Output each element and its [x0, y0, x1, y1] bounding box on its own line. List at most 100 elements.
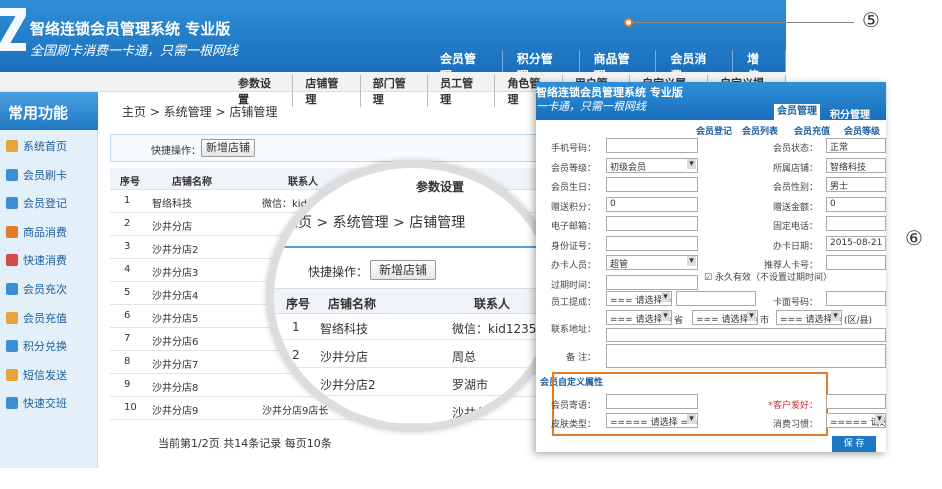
- form-field[interactable]: [606, 274, 698, 290]
- main-nav-item[interactable]: 会员消费: [656, 50, 734, 72]
- staff-select[interactable]: === 请选择 ===: [606, 291, 672, 306]
- sidebar-item[interactable]: 会员刷卡: [6, 165, 94, 185]
- main-nav-item[interactable]: 增值: [733, 50, 786, 72]
- tab-points-management[interactable]: 积分管理: [830, 106, 870, 121]
- form-field[interactable]: 0: [826, 196, 886, 212]
- member-message-field[interactable]: [606, 394, 698, 409]
- table-cell: 沙井分店9: [152, 406, 199, 417]
- lens-table-row[interactable]: 沙井分店3: [274, 398, 552, 424]
- sidebar-item-label: 会员登记: [23, 197, 67, 211]
- sidebar-item-label: 积分兑换: [23, 340, 67, 354]
- table-cell: 沙井分店3: [452, 406, 508, 420]
- form-field[interactable]: 男士: [826, 177, 886, 192]
- field-label: 办卡日期：: [772, 241, 818, 252]
- table-cell: 沙井分店: [320, 350, 369, 364]
- sub-nav-item[interactable]: 店铺管理: [293, 75, 361, 107]
- main-nav-item[interactable]: 商品管理: [580, 50, 657, 72]
- lens-add-shop-button[interactable]: 新增店铺: [370, 260, 436, 280]
- form-field[interactable]: [606, 235, 698, 251]
- lens-table-row[interactable]: 3 沙井分店2 罗湖市: [274, 370, 552, 396]
- sidebar-item[interactable]: 短信发送: [6, 365, 94, 385]
- callout-line: [628, 22, 854, 23]
- sidebar-item-label: 会员刷卡: [23, 168, 67, 182]
- sidebar-title: 常用功能: [0, 92, 98, 130]
- col-header: 店铺名称: [328, 297, 377, 311]
- form-field[interactable]: [606, 216, 698, 231]
- lens-table-header: 序号 店铺名称 联系人: [274, 288, 552, 314]
- lens-table-row[interactable]: 1 智络科技 微信：kid1235: [274, 314, 552, 340]
- form-field[interactable]: 0: [606, 196, 698, 212]
- sub-nav-item[interactable]: 会员等级: [844, 124, 880, 137]
- field-label: 所属店铺：: [772, 163, 818, 174]
- form-field[interactable]: 超管: [606, 255, 698, 270]
- add-shop-button[interactable]: 新增店铺: [201, 139, 255, 157]
- handover-icon: [6, 397, 18, 410]
- form-field[interactable]: [826, 255, 886, 270]
- district-select[interactable]: === 请选择 ===: [776, 310, 842, 325]
- form-field[interactable]: 初级会员: [606, 157, 698, 173]
- province-select[interactable]: === 请选择 ===: [606, 310, 672, 325]
- lens-param-label: 参数设置: [416, 180, 465, 194]
- form-field[interactable]: [826, 216, 886, 231]
- sidebar-item[interactable]: 会员登记: [6, 193, 94, 213]
- habit-select[interactable]: ===== 请选择 =====: [826, 413, 886, 428]
- field-label: 电子邮箱：: [550, 222, 596, 232]
- table-cell: 7: [124, 333, 131, 344]
- sidebar-item-label: 商品消费: [23, 225, 67, 239]
- custom-field-label: 会员寄语：: [550, 401, 596, 411]
- staff-extra-field[interactable]: [676, 291, 756, 306]
- sidebar-item[interactable]: 商品消费: [6, 222, 94, 242]
- main-nav: 会员管理 积分管理 商品管理 会员消费 增值: [426, 50, 786, 72]
- form-field[interactable]: 智络科技: [826, 157, 886, 173]
- form-field[interactable]: [606, 138, 698, 153]
- sub-nav-item[interactable]: 员工管理: [428, 75, 496, 107]
- district-unit: (区/县): [844, 316, 873, 326]
- custom-field-label: *客户爱好：: [768, 401, 818, 411]
- table-cell: 10: [124, 402, 137, 413]
- sidebar-item[interactable]: 快速交班: [6, 393, 94, 413]
- divider: [274, 246, 552, 248]
- sidebar-item-label: 会员充次: [23, 283, 67, 296]
- table-cell: 3: [292, 376, 300, 390]
- field-label: 固定电话：: [772, 222, 818, 232]
- save-button[interactable]: 保 存: [832, 436, 876, 452]
- card-number-field[interactable]: [826, 291, 886, 306]
- form-field[interactable]: 正常: [826, 138, 886, 153]
- sidebar-item[interactable]: 系统首页: [6, 136, 94, 156]
- permanent-checkbox[interactable]: ☑ 永久有效（不设置过期时间）: [704, 270, 832, 283]
- city-select[interactable]: === 请选择 ===: [692, 310, 758, 325]
- skin-type-select[interactable]: ===== 请选择 =====: [606, 413, 698, 428]
- logo-icon: [0, 8, 26, 51]
- col-header: 序号: [286, 297, 311, 311]
- sub-nav-item[interactable]: 会员列表: [742, 124, 778, 137]
- tab-member-management[interactable]: 会员管理: [774, 104, 820, 120]
- main-nav-item[interactable]: 积分管理: [503, 50, 580, 72]
- table-cell: 5: [124, 287, 131, 298]
- form-field[interactable]: [606, 177, 698, 192]
- callout-marker-6: ⑥: [905, 226, 923, 250]
- sub-nav-item[interactable]: 部门管理: [361, 75, 429, 107]
- sub-nav-item[interactable]: 会员登记: [696, 124, 732, 137]
- field-label: 会员等级：: [550, 163, 596, 174]
- lens-table-row[interactable]: 2 沙井分店 周总: [274, 342, 552, 368]
- sidebar-item[interactable]: 会员充次: [6, 279, 94, 299]
- custom-field-label: 消费习惯：: [772, 420, 818, 430]
- mail-icon: [6, 368, 18, 381]
- gift-icon: [6, 340, 18, 353]
- sidebar-item-label: 系统首页: [23, 140, 67, 153]
- sidebar-item[interactable]: 积分兑换: [6, 336, 94, 356]
- main-nav-item[interactable]: 会员管理: [426, 50, 503, 72]
- table-cell: 微信：kid1235: [452, 322, 537, 336]
- sidebar-item[interactable]: 快速消费: [6, 250, 94, 270]
- city-unit: 市: [760, 316, 770, 326]
- field-label: 会员性别：: [772, 183, 818, 193]
- table-cell: 沙井分店5: [152, 314, 199, 325]
- hobby-field[interactable]: [826, 394, 886, 409]
- field-label: 办卡人员：: [550, 261, 596, 271]
- field-label: 过期时间：: [550, 280, 596, 291]
- sub-nav-item[interactable]: 会员充值: [794, 124, 830, 137]
- address-field[interactable]: [606, 328, 886, 342]
- sidebar-item[interactable]: 会员充值: [6, 308, 94, 328]
- remark-field[interactable]: [606, 344, 886, 368]
- form-field[interactable]: 2015-08-21: [826, 235, 886, 251]
